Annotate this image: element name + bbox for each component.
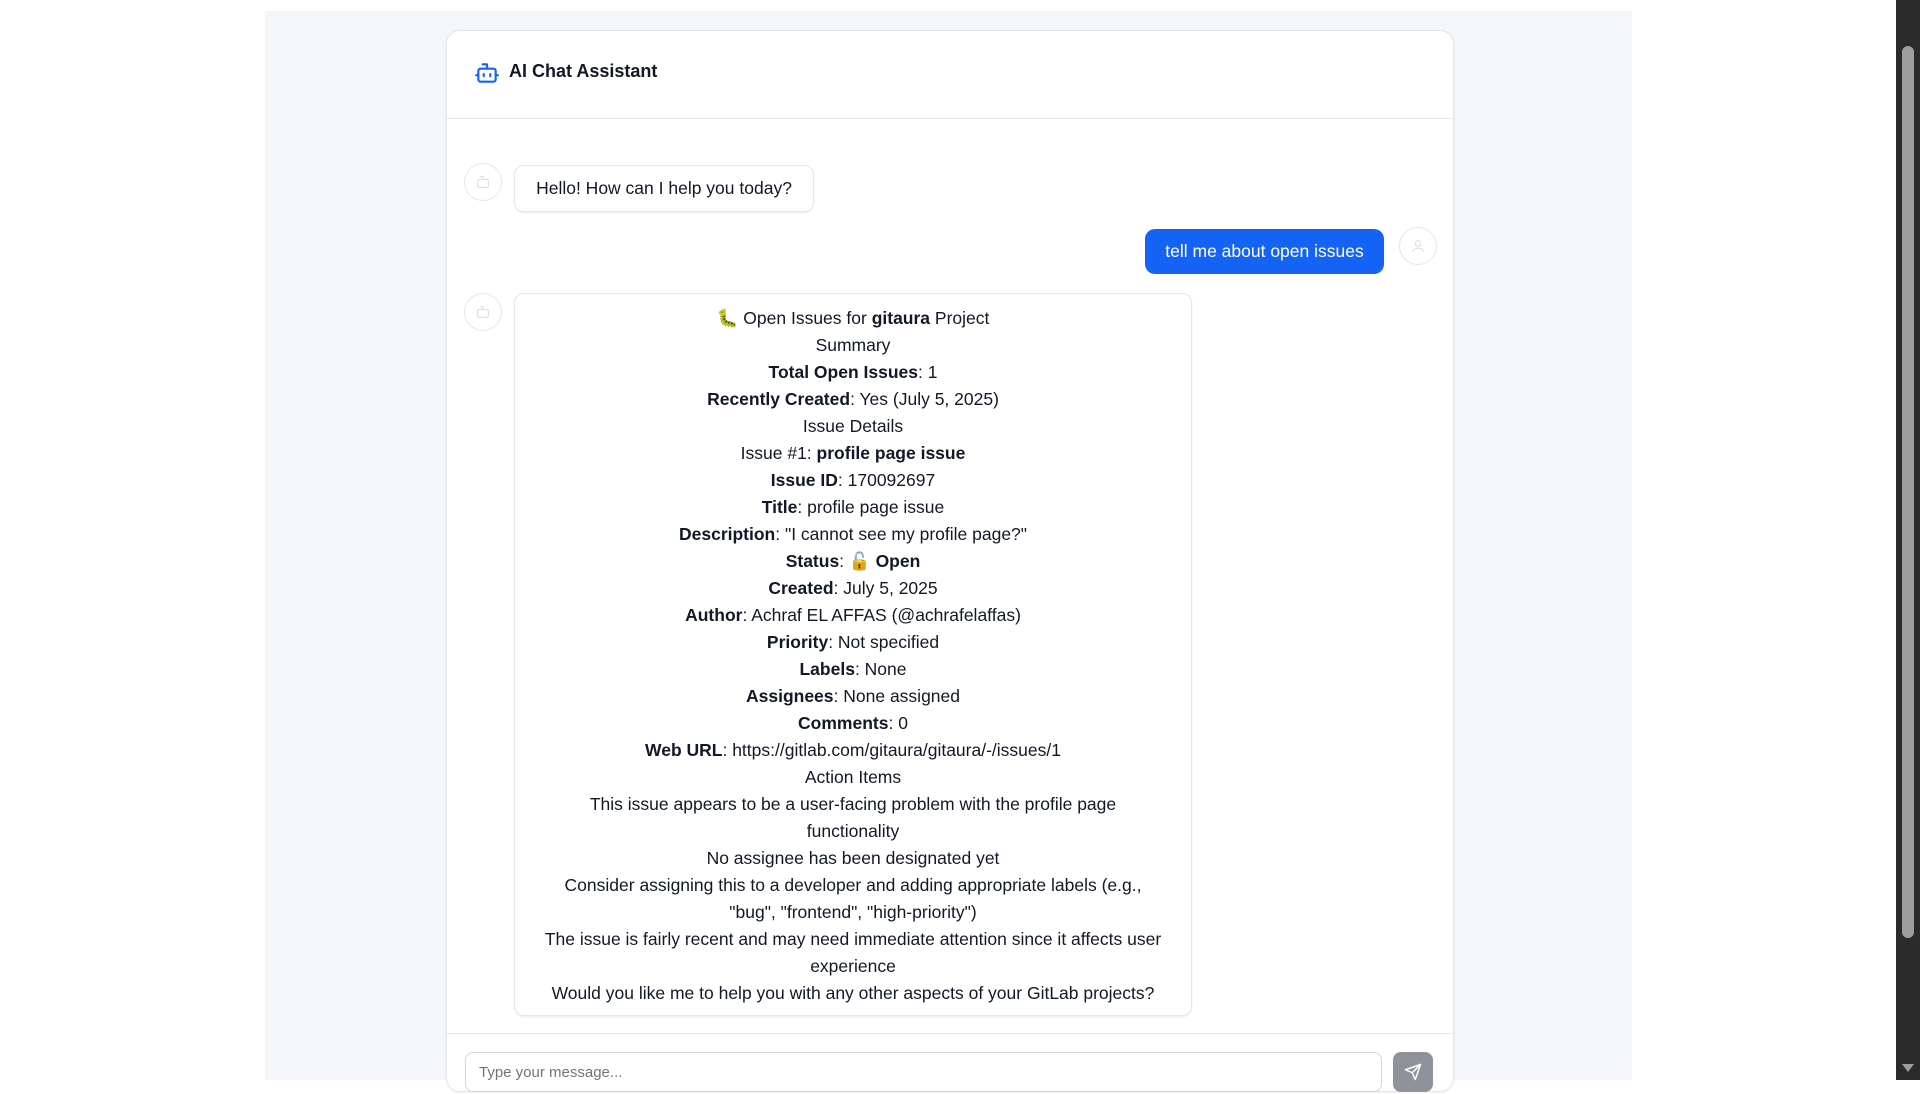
action-item: The issue is fairly recent and may need …: [544, 929, 1162, 949]
closing-question: Would you like me to help you with any o…: [551, 983, 1155, 1003]
total-open-issues: Total Open Issues: 1: [768, 362, 938, 382]
summary-title: Summary: [815, 335, 891, 355]
action-item: experience: [810, 956, 896, 976]
user-avatar: [1399, 227, 1437, 265]
send-button[interactable]: [1393, 1052, 1433, 1092]
message-input[interactable]: [465, 1052, 1382, 1092]
chat-header: AI Chat Assistant: [447, 31, 1453, 119]
composer: [447, 1033, 1453, 1094]
action-item: Consider assigning this to a developer a…: [564, 875, 1142, 895]
report-heading: 🐛 Open Issues for gitaura Project: [716, 308, 990, 328]
issue-status: Status: 🔓 Open: [785, 551, 921, 571]
message-text: tell me about open issues: [1165, 241, 1364, 261]
details-title: Issue Details: [802, 416, 904, 436]
chat-window: AI Chat Assistant Hello! How can I help …: [446, 30, 1454, 1092]
action-item: functionality: [806, 821, 900, 841]
issue-author: Author: Achraf EL AFFAS (@achrafelaffas): [685, 605, 1021, 625]
issue-id: Issue ID: 170092697: [770, 470, 936, 490]
bot-icon: [477, 176, 489, 188]
scroll-down-arrow-icon[interactable]: [1902, 1064, 1914, 1072]
user-message: tell me about open issues: [1145, 229, 1384, 274]
issue-description: Description: "I cannot see my profile pa…: [678, 524, 1027, 544]
issue-assignees: Assignees: None assigned: [745, 686, 961, 706]
assistant-avatar: [464, 163, 502, 201]
unlock-icon: 🔓: [848, 551, 871, 571]
issue-title: Title: profile page issue: [761, 497, 945, 517]
assistant-message: 🐛 Open Issues for gitaura Project Summar…: [514, 293, 1192, 1016]
bug-icon: 🐛: [716, 308, 739, 328]
action-item: No assignee has been designated yet: [706, 848, 1000, 868]
bot-icon: [477, 306, 489, 318]
send-icon: [1404, 1063, 1422, 1081]
issue-priority: Priority: Not specified: [766, 632, 940, 652]
actions-title: Action Items: [804, 767, 902, 787]
bot-icon: [475, 63, 499, 83]
issue-labels: Labels: None: [799, 659, 907, 679]
user-icon: [1412, 240, 1424, 253]
project-name: gitaura: [871, 308, 931, 328]
message-text: Hello! How can I help you today?: [536, 178, 792, 198]
action-item: This issue appears to be a user-facing p…: [589, 794, 1117, 814]
assistant-message: Hello! How can I help you today?: [514, 165, 814, 212]
scrollbar-thumb[interactable]: [1902, 46, 1914, 938]
action-item: "bug", "frontend", "high-priority"): [729, 902, 977, 922]
issue-report: 🐛 Open Issues for gitaura Project Summar…: [515, 294, 1191, 1007]
recently-created: Recently Created: Yes (July 5, 2025): [707, 389, 999, 409]
issue-created: Created: July 5, 2025: [768, 578, 938, 598]
chat-title: AI Chat Assistant: [509, 61, 658, 81]
issue-heading: Issue #1: profile page issue: [740, 443, 966, 463]
issue-web-url: Web URL: https://gitlab.com/gitaura/gita…: [645, 740, 1061, 760]
issue-comments: Comments: 0: [798, 713, 908, 733]
page-scrollbar[interactable]: [1896, 0, 1920, 1080]
assistant-avatar: [464, 293, 502, 331]
